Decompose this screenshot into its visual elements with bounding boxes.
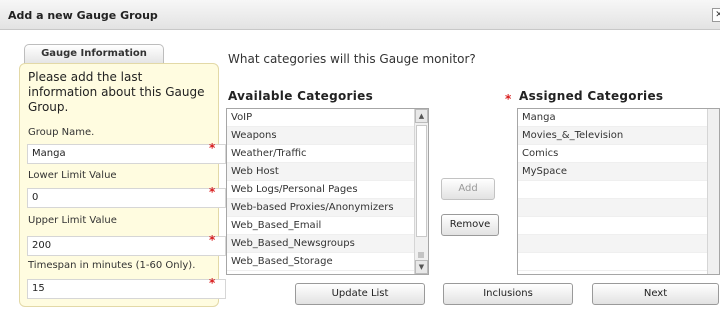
- add-button[interactable]: Add: [441, 178, 495, 200]
- scroll-up-icon[interactable]: ▲: [415, 109, 428, 123]
- list-item: [518, 181, 719, 199]
- available-scrollbar[interactable]: ▲ ▼: [414, 109, 428, 274]
- list-item[interactable]: Web_Based_Newsgroups: [227, 235, 428, 253]
- assigned-categories-heading: Assigned Categories: [519, 89, 664, 103]
- next-button[interactable]: Next: [592, 283, 719, 305]
- list-item[interactable]: Weather/Traffic: [227, 145, 428, 163]
- close-icon[interactable]: ✕: [712, 8, 720, 22]
- update-list-button[interactable]: Update List: [295, 283, 425, 305]
- group-name-label: Group Name.: [28, 127, 95, 138]
- timespan-label: Timespan in minutes (1-60 Only).: [28, 260, 196, 271]
- remove-button[interactable]: Remove: [441, 214, 499, 236]
- available-categories-heading: Available Categories: [228, 89, 374, 103]
- list-item[interactable]: Web Host: [227, 163, 428, 181]
- timespan-field[interactable]: 15: [27, 279, 226, 299]
- lower-limit-label: Lower Limit Value: [28, 170, 117, 181]
- required-marker: *: [209, 276, 216, 290]
- list-item: [518, 235, 719, 253]
- list-item: [518, 217, 719, 235]
- dialog-titlebar: Add a new Gauge Group ✕: [0, 0, 720, 30]
- list-item[interactable]: VoIP: [227, 109, 428, 127]
- required-marker: *: [209, 233, 216, 247]
- list-item[interactable]: MySpace: [518, 163, 719, 181]
- required-marker: *: [209, 185, 216, 199]
- upper-limit-label: Upper Limit Value: [28, 215, 117, 226]
- list-item[interactable]: Web_Based_Storage: [227, 253, 428, 271]
- list-item: [518, 253, 719, 271]
- required-marker: *: [505, 92, 512, 106]
- tab-gauge-information[interactable]: Gauge Information: [24, 44, 164, 64]
- upper-limit-field[interactable]: 200: [27, 236, 226, 256]
- list-item[interactable]: Manga: [518, 109, 719, 127]
- group-name-field[interactable]: Manga: [27, 144, 226, 164]
- available-categories-list[interactable]: VoIP Weapons Weather/Traffic Web Host We…: [226, 108, 429, 275]
- list-item: [518, 199, 719, 217]
- categories-question: What categories will this Gauge monitor?: [228, 52, 476, 66]
- gauge-info-panel: Please add the last information about th…: [19, 63, 226, 307]
- scroll-down-icon[interactable]: ▼: [415, 260, 428, 274]
- dialog-title: Add a new Gauge Group: [8, 9, 158, 22]
- assigned-scrollbar[interactable]: [707, 109, 719, 274]
- list-item[interactable]: Comics: [518, 145, 719, 163]
- resize-grip-icon: [418, 252, 424, 258]
- inclusions-button[interactable]: Inclusions: [443, 283, 573, 305]
- list-item[interactable]: Web_Based_Email: [227, 217, 428, 235]
- list-item[interactable]: Weapons: [227, 127, 428, 145]
- required-marker: *: [209, 141, 216, 155]
- lower-limit-field[interactable]: 0: [27, 188, 226, 208]
- list-item[interactable]: Web Logs/Personal Pages: [227, 181, 428, 199]
- list-item[interactable]: Movies_&_Television: [518, 127, 719, 145]
- panel-intro-text: Please add the last information about th…: [28, 70, 205, 114]
- list-item[interactable]: Web-based Proxies/Anonymizers: [227, 199, 428, 217]
- assigned-categories-list[interactable]: Manga Movies_&_Television Comics MySpace: [517, 108, 720, 275]
- scroll-thumb[interactable]: [416, 125, 427, 237]
